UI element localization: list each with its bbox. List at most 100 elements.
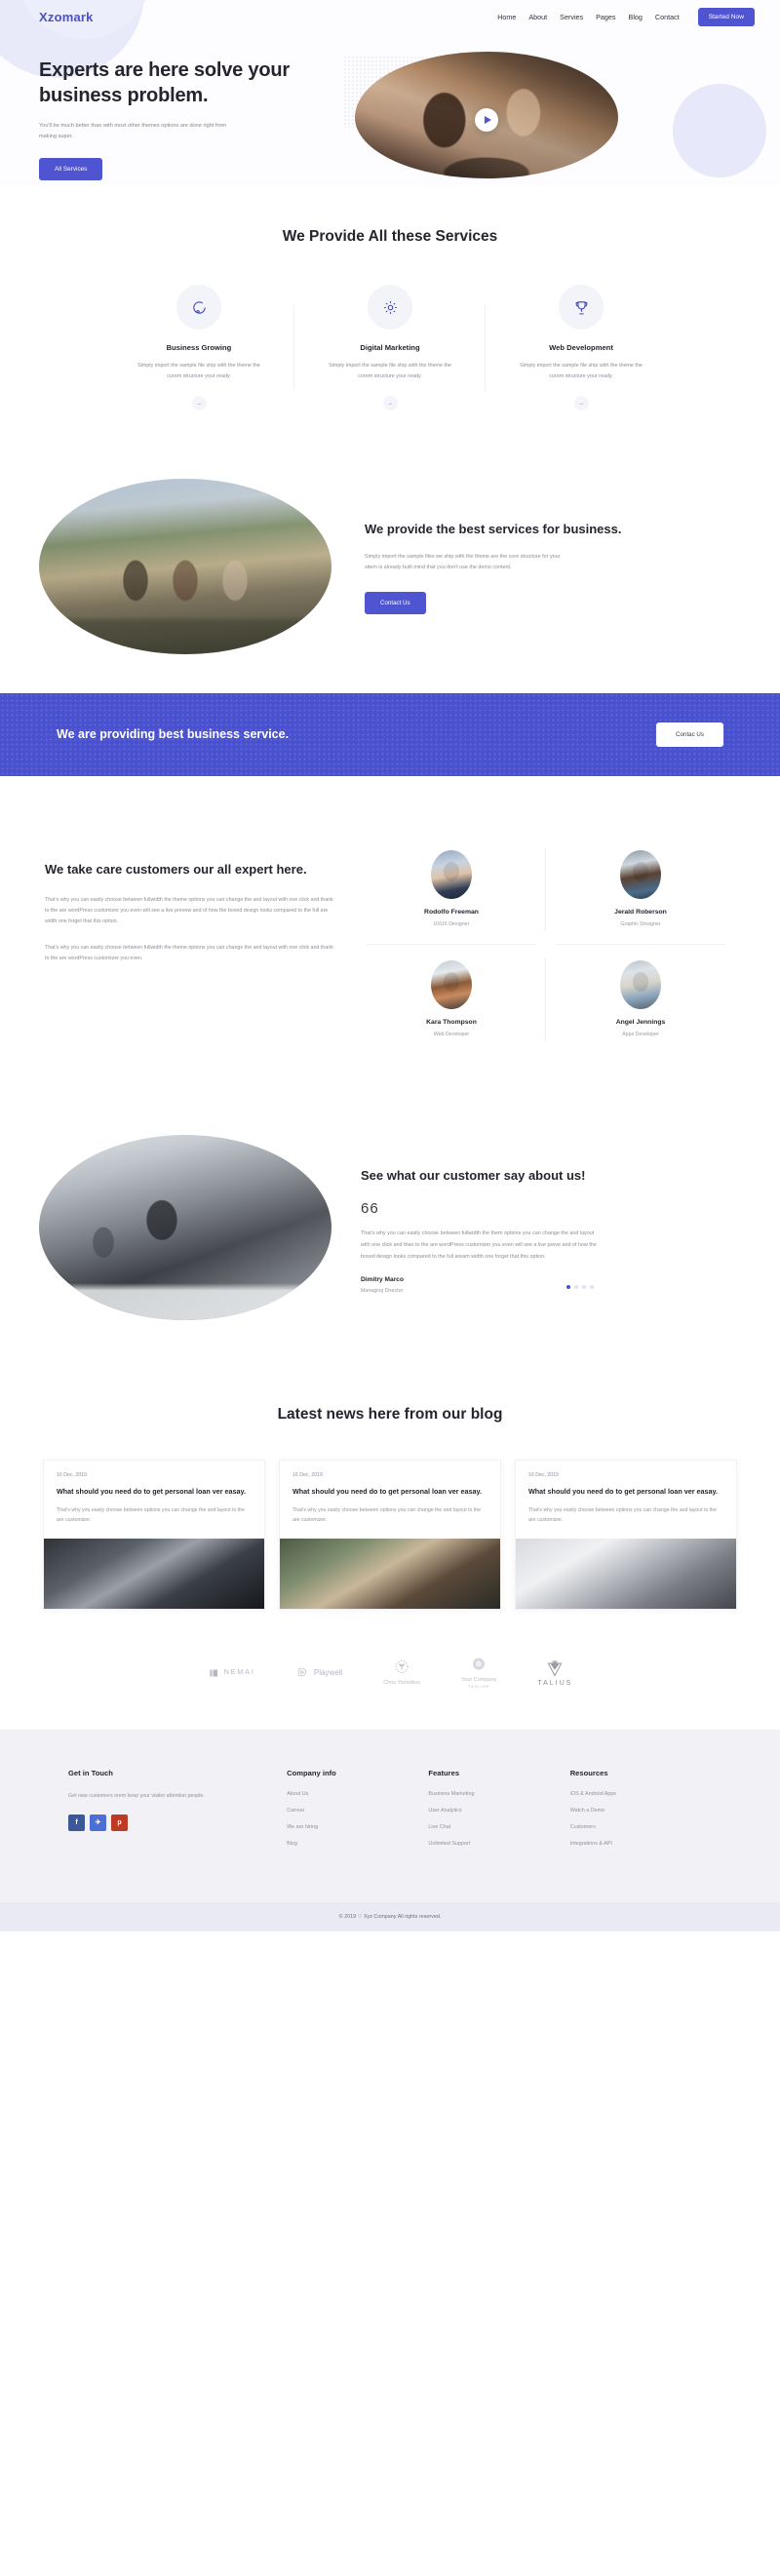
blog-thumbnail [44,1539,264,1610]
team-member[interactable]: Angel Jennings Apps Developer [546,945,735,1055]
service-arrow-icon[interactable]: → [573,396,589,411]
footer-link-ios-android-apps[interactable]: iOS & Android Apps [570,1791,712,1797]
footer-col-heading: Company info [287,1769,336,1778]
best-services-desc: Simply import the sample files we ship w… [365,553,561,571]
blog-title[interactable]: What should you need do to get personal … [292,1486,488,1497]
nav-item-contact[interactable]: Contact [655,13,680,21]
blog-date: 16 Dec, 2019 [292,1471,323,1478]
footer-col-heading: Features [428,1769,460,1778]
footer-col-heading: Get in Touch [68,1769,113,1778]
footer-link-user-analytics[interactable]: User Analytics [428,1808,569,1814]
cta-band-section: We are providing best business service. … [0,693,780,777]
testimonial-title: See what our customer say about us! [361,1167,586,1183]
blog-heading: Latest news here from our blog [277,1406,503,1424]
cta-band-title: We are providing best business service. [57,727,290,742]
team-member-role: Graphic Designer [620,921,661,928]
footer-link-customers[interactable]: Customers [570,1824,712,1830]
blog-desc: That's why you easily choose between opt… [292,1506,482,1524]
footer-link-unlimited-support[interactable]: Unlimited Support [428,1841,569,1847]
nav-item-home[interactable]: Home [497,13,516,21]
all-services-button[interactable]: All Services [39,157,103,180]
hero-left: Experts are here solve your business pro… [39,42,351,180]
service-card-business-growing[interactable]: Business Growing Simply import the sampl… [121,285,277,411]
footer-col-get-in-touch: Get in Touch Get new customers orem keep… [68,1769,287,1857]
chat-bubble-icon [176,285,221,331]
partner-logo-nemai: NEMAI [208,1667,255,1679]
partner-name: TALIUS [537,1680,573,1688]
blog-date: 16 Dec, 2019 [57,1471,87,1478]
services-row: Business Growing Simply import the sampl… [0,285,780,411]
blog-title[interactable]: What should you need do to get personal … [528,1486,723,1497]
copyright-bar: © 2019 ♡ Xyz Company All rights reserved… [0,1902,780,1932]
team-member-name: Kara Thompson [426,1019,477,1027]
team-section: We take care customers our all expert he… [0,776,780,1084]
blog-date: 16 Dec, 2019 [528,1471,559,1478]
partner-logo-chris-yionnikos: Chris Yionnikos [383,1659,420,1686]
hero-section: Xzomark Home About Servies Pages Blog Co… [0,0,780,185]
team-member-name: Angel Jennings [615,1019,666,1027]
partner-logo-playwell: Playwell [296,1666,342,1679]
footer-link-we-are-hiring[interactable]: We are hiring [287,1824,428,1830]
footer-col-company-info: Company info About Us Carrear We are hir… [287,1769,428,1857]
started-now-button[interactable]: Started Now [697,8,755,26]
pagination-dot-1[interactable] [566,1285,570,1290]
footer-link-blog[interactable]: Blog [287,1841,428,1847]
footer-col-resources: Resources iOS & Android Apps Watch a Dem… [570,1769,712,1857]
service-card-web-development[interactable]: Web Development Simply import the sample… [485,285,659,411]
contact-us-button[interactable]: Contact Us [365,591,426,614]
footer-link-watch-a-demo[interactable]: Watch a Demo [570,1808,712,1814]
services-section: We Provide All these Services Business G… [0,185,780,411]
team-left: We take care customers our all expert he… [45,835,357,1055]
team-member[interactable]: Kara Thompson Web Developer [357,945,546,1055]
service-desc: Simply import the sample file ship with … [520,363,643,380]
partner-logo-your-company: Your Company TAGLINE [461,1657,496,1689]
play-icon[interactable] [475,108,498,133]
brand-logo[interactable]: Xzomark [39,10,94,24]
blog-card[interactable]: 16 Dec, 2019 What should you need do to … [279,1459,501,1611]
partner-name: Playwell [313,1668,343,1678]
blog-card[interactable]: 16 Dec, 2019 What should you need do to … [43,1459,265,1611]
footer-link-live-chat[interactable]: Live Chat [428,1824,569,1830]
team-member[interactable]: Rodolfo Freeman UI/UX Designer [357,835,546,946]
footer-link-about-us[interactable]: About Us [287,1791,428,1797]
facebook-icon[interactable]: f [68,1814,85,1831]
team-member-role: Apps Developer [622,1032,659,1038]
nav-item-blog[interactable]: Blog [629,13,643,21]
avatar [431,960,472,1010]
pagination-dot-3[interactable] [582,1285,586,1290]
blog-title[interactable]: What should you need do to get personal … [57,1486,252,1497]
footer-link-carrear[interactable]: Carrear [287,1808,428,1814]
hero-subtitle: You'll be much better than with most oth… [39,122,227,139]
footer: Get in Touch Get new customers orem keep… [0,1730,780,1903]
cta-band-contact-button[interactable]: Contac Us [656,722,723,748]
blog-thumbnail [280,1539,500,1610]
service-arrow-icon[interactable]: → [191,396,207,411]
blog-desc: That's why you easily choose between opt… [528,1506,718,1524]
service-card-digital-marketing[interactable]: Digital Marketing Simply import the samp… [293,285,468,411]
team-member[interactable]: Jerald Roberson Graphic Designer [546,835,735,946]
nav-item-servies[interactable]: Servies [560,13,583,21]
hero-photo [355,52,618,178]
nav-item-about[interactable]: About [528,13,547,21]
footer-link-integrations-api[interactable]: Integrations & API [570,1841,712,1847]
team-member-role: Web Developer [433,1032,470,1038]
pagination-dot-2[interactable] [574,1285,578,1290]
pinterest-icon[interactable]: p [111,1814,128,1831]
service-title: Web Development [549,343,613,353]
blog-card[interactable]: 16 Dec, 2019 What should you need do to … [515,1459,737,1611]
footer-description: Get new customers orem keep your visitor… [68,1793,205,1800]
avatar [620,850,661,900]
service-desc: Simply import the sample file ship with … [329,363,451,380]
best-services-photo [39,479,332,655]
team-paragraph-2: That's why you can easily choose between… [45,944,333,962]
team-member-name: Jerald Roberson [614,909,667,917]
pagination-dot-4[interactable] [590,1285,594,1290]
blog-desc: That's why you easily choose between opt… [57,1506,246,1524]
footer-col-heading: Resources [569,1769,608,1778]
twitter-icon[interactable]: ✈ [90,1814,106,1831]
footer-link-business-marketing[interactable]: Business Marketing [428,1791,569,1797]
service-arrow-icon[interactable]: → [382,396,398,411]
testimonial-body: That's why you can easily choose between… [361,1230,597,1260]
nav-item-pages[interactable]: Pages [596,13,615,21]
testimonial-photo [39,1135,332,1321]
